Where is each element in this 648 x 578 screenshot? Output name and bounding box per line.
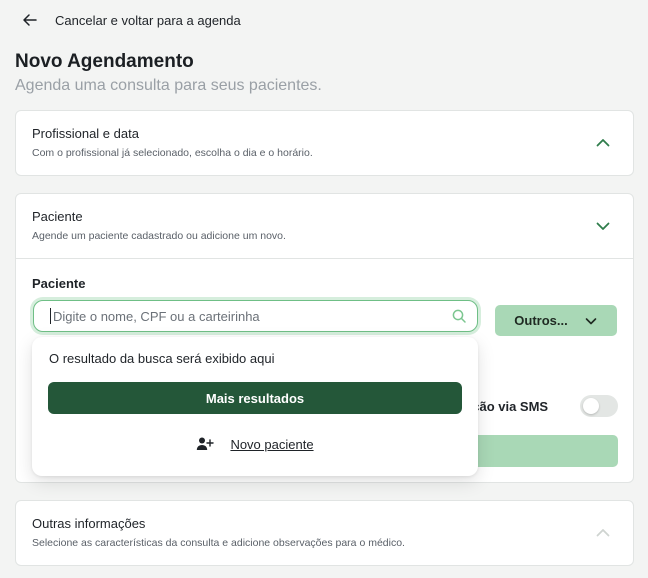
others-dropdown-button[interactable]: Outros... [495, 305, 617, 336]
back-link-label: Cancelar e voltar para a agenda [55, 12, 241, 28]
chevron-up-icon[interactable] [595, 525, 611, 541]
text-cursor [50, 308, 51, 324]
page-subtitle: Agenda uma consulta para seus pacientes. [15, 77, 322, 94]
patient-field-label: Paciente [32, 276, 86, 291]
schedule-button[interactable] [465, 435, 618, 467]
search-icon [452, 309, 466, 323]
chevron-up-icon[interactable] [595, 135, 611, 151]
section-description: Selecione as características da consulta… [32, 537, 405, 549]
section-title: Outras informações [32, 516, 146, 531]
patient-search-input[interactable] [53, 308, 451, 324]
section-professional-date: Profissional e data Com o profissional j… [15, 110, 634, 176]
section-title: Paciente [32, 209, 83, 224]
section-divider [16, 258, 633, 259]
new-patient-label: Novo paciente [230, 436, 314, 452]
new-patient-button[interactable]: Novo paciente [32, 436, 478, 452]
section-patient-header[interactable]: Paciente Agende um paciente cadastrado o… [16, 194, 633, 258]
sms-toggle[interactable] [580, 395, 618, 417]
add-user-icon [197, 437, 215, 450]
others-button-label: Outros... [514, 313, 568, 328]
section-title: Profissional e data [32, 126, 139, 141]
toggle-knob [583, 398, 599, 414]
section-other-info: Outras informações Selecione as caracter… [15, 500, 634, 566]
page-title: Novo Agendamento [15, 51, 194, 72]
section-other-info-header[interactable]: Outras informações Selecione as caracter… [16, 501, 633, 565]
more-results-button[interactable]: Mais resultados [48, 382, 462, 414]
section-description: Agende um paciente cadastrado ou adicion… [32, 230, 286, 242]
patient-search-field[interactable] [33, 300, 478, 332]
section-description: Com o profissional já selecionado, escol… [32, 147, 313, 159]
search-empty-message: O resultado da busca será exibido aqui [49, 351, 275, 366]
search-results-dropdown: O resultado da busca será exibido aqui M… [32, 337, 478, 476]
back-link[interactable]: Cancelar e voltar para a agenda [22, 10, 241, 30]
chevron-down-icon[interactable] [595, 218, 611, 234]
section-professional-header[interactable]: Profissional e data Com o profissional j… [16, 111, 633, 175]
arrow-left-icon [23, 14, 37, 26]
chevron-down-icon [585, 317, 597, 324]
